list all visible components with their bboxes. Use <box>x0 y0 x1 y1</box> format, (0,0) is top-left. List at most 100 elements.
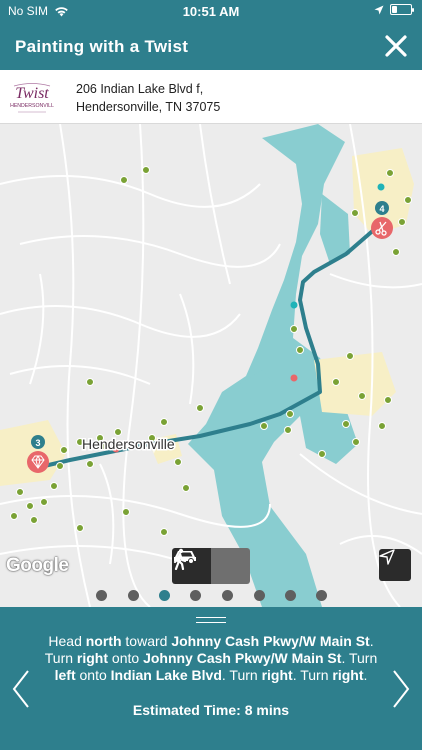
poi-teal-dot <box>377 183 385 191</box>
address-line-2: Hendersonville, TN 37075 <box>76 100 221 114</box>
place-label: Hendersonville <box>82 436 175 452</box>
poi-dot[interactable] <box>40 498 48 506</box>
poi-dot[interactable] <box>284 426 292 434</box>
poi-dot[interactable] <box>386 169 394 177</box>
direction-text: . Turn <box>221 667 262 683</box>
poi-dot[interactable] <box>86 460 94 468</box>
direction-text: onto <box>75 667 111 683</box>
status-bar: No SIM 10:51 AM <box>0 0 422 22</box>
poi-dot[interactable] <box>296 346 304 354</box>
venue-address[interactable]: 206 Indian Lake Blvd f, Hendersonville, … <box>76 80 220 116</box>
stop-number: 3 <box>35 438 40 448</box>
logo-location: HENDERSONVILL <box>10 103 54 109</box>
direction-text: . Turn <box>341 650 378 666</box>
poi-dot[interactable] <box>351 209 359 217</box>
poi-dot[interactable] <box>10 512 18 520</box>
poi-dot[interactable] <box>384 396 392 404</box>
poi-dot[interactable] <box>56 462 64 470</box>
directions-text: Head north toward Johnny Cash Pkwy/W Mai… <box>44 633 378 684</box>
poi-dot[interactable] <box>332 378 340 386</box>
poi-dot[interactable] <box>122 508 130 516</box>
poi-dot[interactable] <box>392 248 400 256</box>
direction-emphasis: Indian Lake Blvd <box>110 667 222 683</box>
direction-emphasis: right <box>261 667 293 683</box>
page-dot[interactable] <box>254 590 265 601</box>
direction-text: onto <box>108 650 144 666</box>
poi-dot[interactable] <box>378 422 386 430</box>
poi-red-dot <box>290 374 298 382</box>
direction-emphasis: right <box>76 650 109 666</box>
page-dot[interactable] <box>285 590 296 601</box>
status-right <box>374 4 414 15</box>
page-dot[interactable] <box>159 590 170 601</box>
direction-text: Head <box>48 633 86 649</box>
address-line-1: 206 Indian Lake Blvd f, <box>76 82 204 96</box>
direction-text: toward <box>121 633 172 649</box>
logo-brand: Twist <box>15 85 49 102</box>
poi-dot[interactable] <box>26 502 34 510</box>
page-title: Painting with a Twist <box>15 37 189 56</box>
direction-emphasis: Johnny Cash Pkwy/W Main St <box>143 650 342 666</box>
direction-emphasis: Johnny Cash Pkwy/W Main St <box>171 633 370 649</box>
walk-icon <box>173 548 187 570</box>
walk-mode-button[interactable] <box>173 548 250 584</box>
twist-logo-icon: Twist HENDERSONVILL <box>10 83 54 113</box>
poi-dot[interactable] <box>160 418 168 426</box>
app-header: Painting with a Twist <box>0 22 422 70</box>
poi-dot[interactable] <box>16 488 24 496</box>
poi-teal-dot <box>290 301 298 309</box>
page-dot[interactable] <box>190 590 201 601</box>
venue-logo: Twist HENDERSONVILL <box>8 78 56 118</box>
route-map[interactable]: Hendersonville 4 3 Google <box>0 124 422 607</box>
direction-emphasis: north <box>85 633 122 649</box>
chevron-right-icon[interactable] <box>390 667 412 711</box>
poi-dot[interactable] <box>50 482 58 490</box>
location-services-icon <box>374 5 384 14</box>
poi-dot[interactable] <box>160 528 168 536</box>
direction-text: . <box>363 667 368 683</box>
battery-level <box>392 6 397 13</box>
poi-dot[interactable] <box>352 438 360 446</box>
map-canvas[interactable]: Hendersonville 4 3 <box>0 124 422 607</box>
chevron-left-icon[interactable] <box>10 667 32 711</box>
poi-dot[interactable] <box>290 325 298 333</box>
poi-dot[interactable] <box>404 196 412 204</box>
poi-dot[interactable] <box>120 176 128 184</box>
poi-dot[interactable] <box>398 218 406 226</box>
poi-dot[interactable] <box>318 450 326 458</box>
page-dot[interactable] <box>96 590 107 601</box>
direction-text: . Turn <box>292 667 333 683</box>
poi-dot[interactable] <box>86 378 94 386</box>
poi-dot[interactable] <box>76 524 84 532</box>
direction-emphasis: left <box>54 667 76 683</box>
estimated-time: Estimated Time: 8 mins <box>132 702 290 718</box>
battery-icon <box>390 4 414 15</box>
poi-dot[interactable] <box>142 166 150 174</box>
poi-dot[interactable] <box>30 516 38 524</box>
page-indicator <box>0 590 422 602</box>
status-time: 10:51 AM <box>182 4 240 19</box>
google-attribution: Google <box>6 555 69 576</box>
poi-dot[interactable] <box>342 420 350 428</box>
poi-dot[interactable] <box>358 392 366 400</box>
venue-info: Twist HENDERSONVILL 206 Indian Lake Blvd… <box>0 70 422 124</box>
poi-dot[interactable] <box>196 404 204 412</box>
stop-number: 4 <box>379 204 384 214</box>
poi-dot[interactable] <box>60 446 68 454</box>
poi-dot[interactable] <box>260 422 268 430</box>
directions-panel: Head north toward Johnny Cash Pkwy/W Mai… <box>0 607 422 750</box>
direction-emphasis: right <box>332 667 364 683</box>
locate-me-button[interactable] <box>379 549 411 581</box>
page-dot[interactable] <box>128 590 139 601</box>
page-dot[interactable] <box>316 590 327 601</box>
poi-dot[interactable] <box>182 484 190 492</box>
poi-dot[interactable] <box>286 410 294 418</box>
close-icon[interactable] <box>382 32 410 60</box>
poi-dot[interactable] <box>174 458 182 466</box>
location-arrow-icon <box>379 549 395 565</box>
page-dot[interactable] <box>222 590 233 601</box>
drag-handle[interactable] <box>196 617 226 623</box>
transport-mode-toggle <box>172 548 250 584</box>
poi-dot[interactable] <box>346 352 354 360</box>
poi-dot[interactable] <box>114 428 122 436</box>
